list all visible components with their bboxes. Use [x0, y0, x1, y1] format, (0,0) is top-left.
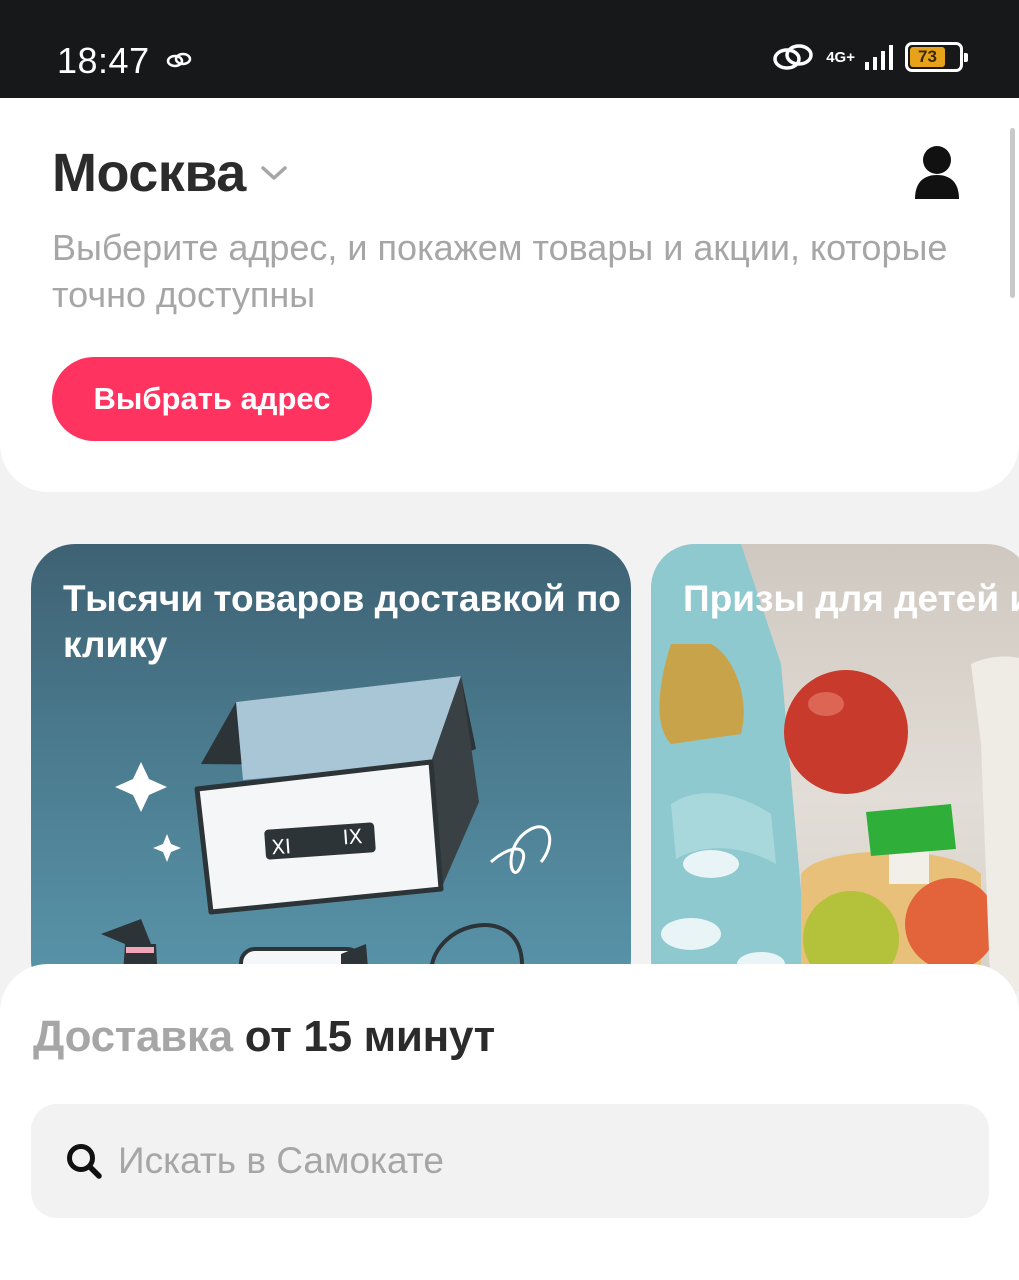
- search-icon: [67, 1144, 102, 1179]
- pick-address-button[interactable]: Выбрать адрес: [52, 357, 372, 441]
- search-input[interactable]: Искать в Самокате: [31, 1104, 989, 1218]
- address-hint: Выберите адрес, и покажем товары и акции…: [52, 227, 948, 315]
- battery-level: 73: [910, 47, 946, 67]
- scrollbar[interactable]: [1010, 128, 1015, 298]
- promo-card-prizes[interactable]: Призы для детей игре: [651, 544, 1019, 1004]
- bottom-sheet: Доставка от 15 минут Искать в Самокате: [0, 964, 1019, 1280]
- status-indicators: 4G+ 73: [772, 42, 968, 72]
- svg-text:IX: IX: [342, 824, 364, 849]
- promo-title: Тысячи товаров доставкой по клику: [63, 578, 621, 665]
- signal-icon: [865, 45, 893, 70]
- search-placeholder: Искать в Самокате: [118, 1140, 444, 1181]
- delivery-label: Доставка: [33, 1012, 233, 1061]
- delivery-eta: от 15 минут: [244, 1012, 495, 1061]
- status-time: 18:47: [57, 40, 150, 81]
- hotspot-icon: [773, 44, 813, 70]
- city-name: Москва: [52, 143, 246, 203]
- battery-icon: 73: [905, 42, 968, 72]
- network-type: 4G+: [826, 48, 855, 66]
- city-selector[interactable]: Москва: [52, 142, 288, 204]
- promo-card-delivery[interactable]: Тысячи товаров доставкой по клику XI IX: [31, 544, 631, 1004]
- link-icon: [166, 52, 192, 68]
- delivery-time-title: Доставка от 15 минут: [33, 1012, 495, 1062]
- svg-text:XI: XI: [270, 834, 291, 859]
- chevron-down-icon: [261, 166, 287, 180]
- location-header: Москва Выберите адрес, и покажем товары …: [0, 98, 1019, 492]
- promo-title: Призы для детей игре: [683, 578, 1019, 619]
- profile-icon[interactable]: [910, 143, 964, 199]
- status-bar: 18:47 4G+ 73: [0, 0, 1019, 98]
